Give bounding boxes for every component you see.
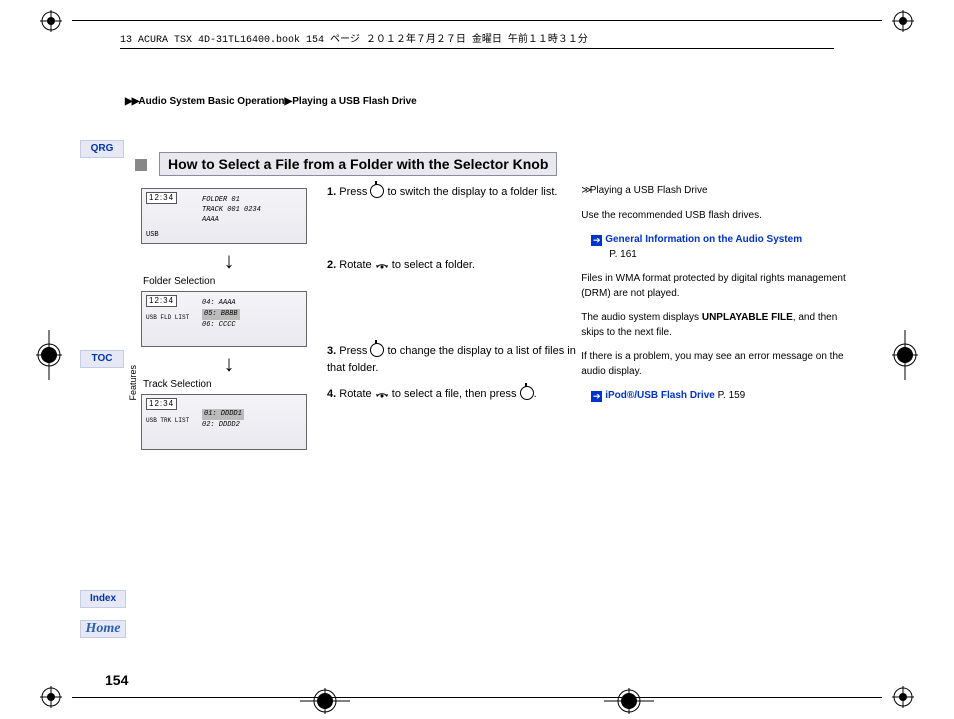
clock-readout: 12:34: [146, 398, 177, 410]
breadcrumb: ▶▶Audio System Basic Operation▶Playing a…: [125, 96, 417, 107]
display-screen-2: 12:34 04: AAAA 05: BBBB 06: CCCC USB FLD…: [141, 291, 307, 347]
step-3: 3. Press to change the display to a list…: [327, 343, 581, 376]
crop-mark-icon: [40, 10, 62, 32]
display-screen-3: 12:34 01: DDDD1 02: DDDD2 USB TRK LIST: [141, 394, 307, 450]
source-file-header: 13 ACURA TSX 4D-31TL16400.book 154 ページ ２…: [120, 30, 834, 49]
xref-link-audio-info[interactable]: General Information on the Audio System: [605, 234, 802, 245]
section-bullet-icon: [135, 159, 147, 171]
target-icon: [36, 330, 62, 380]
step-2: 2. Rotate to select a folder.: [327, 257, 581, 274]
section-heading-row: How to Select a File from a Folder with …: [135, 152, 855, 176]
unplayable-file-label: UNPLAYABLE FILE: [702, 312, 793, 323]
page-number: 154: [105, 672, 128, 688]
target-icon: [892, 330, 918, 380]
side-heading: Playing a USB Flash Drive: [590, 185, 708, 196]
toc-link[interactable]: TOC: [80, 350, 124, 368]
step-4: 4. Rotate to select a file, then press .: [327, 386, 581, 403]
display-line: 04: AAAA: [202, 298, 240, 309]
crop-mark-icon: [892, 10, 914, 32]
rotate-knob-icon: [375, 388, 389, 399]
display-line: 02: DDDD2: [202, 420, 244, 431]
display-line-selected: 05: BBBB: [202, 309, 240, 320]
display-line: 06: CCCC: [202, 320, 240, 331]
crop-mark-icon: [40, 686, 62, 708]
press-knob-icon: [370, 343, 384, 357]
xref-icon: ➔: [591, 235, 602, 246]
breadcrumb-page: Playing a USB Flash Drive: [292, 96, 417, 107]
xref-link-ipod-usb[interactable]: iPod®/USB Flash Drive: [605, 390, 717, 401]
press-knob-icon: [520, 386, 534, 400]
press-knob-icon: [370, 184, 384, 198]
xref-page: P. 161: [609, 249, 637, 260]
qrg-link[interactable]: QRG: [80, 140, 124, 158]
clock-readout: 12:34: [146, 295, 177, 307]
target-icon: [300, 688, 350, 714]
caption-folder-selection: Folder Selection: [143, 276, 317, 287]
side-paragraph: If there is a problem, you may see an er…: [581, 350, 855, 379]
target-icon: [604, 688, 654, 714]
side-paragraph: Files in WMA format protected by digital…: [581, 272, 855, 301]
index-link[interactable]: Index: [80, 590, 126, 608]
down-arrow-icon: ↓: [141, 248, 317, 274]
instruction-column: 1. Press to switch the display to a fold…: [317, 184, 581, 459]
breadcrumb-arrow-icon: ▶▶: [125, 96, 138, 107]
crop-mark-icon: [892, 686, 914, 708]
display-mode: USB TRK LIST: [146, 417, 189, 424]
note-marker-icon: ≫: [581, 185, 589, 196]
side-paragraph: Use the recommended USB flash drives.: [581, 209, 855, 224]
display-mode: USB: [146, 231, 159, 239]
display-diagram-column: 12:34 FOLDER 01 TRACK 001 0234 AAAA USB …: [135, 184, 317, 459]
side-paragraph: The audio system displays UNPLAYABLE FIL…: [581, 311, 855, 340]
display-line-selected: 01: DDDD1: [202, 409, 244, 420]
display-line: FOLDER 01: [202, 195, 261, 205]
display-screen-1: 12:34 FOLDER 01 TRACK 001 0234 AAAA USB: [141, 188, 307, 244]
section-title: How to Select a File from a Folder with …: [159, 152, 557, 176]
xref-page: P. 159: [718, 390, 746, 401]
breadcrumb-section: Audio System Basic Operation: [138, 96, 284, 107]
down-arrow-icon: ↓: [141, 351, 317, 377]
clock-readout: 12:34: [146, 192, 177, 204]
display-mode: USB FLD LIST: [146, 314, 189, 321]
caption-track-selection: Track Selection: [143, 379, 317, 390]
home-link[interactable]: Home: [80, 620, 126, 638]
display-line: TRACK 001 0234: [202, 205, 261, 215]
rotate-knob-icon: [375, 259, 389, 270]
side-note-column: ≫Playing a USB Flash Drive Use the recom…: [581, 184, 855, 459]
display-line: AAAA: [202, 215, 261, 225]
step-1: 1. Press to switch the display to a fold…: [327, 184, 581, 201]
xref-icon: ➔: [591, 391, 602, 402]
